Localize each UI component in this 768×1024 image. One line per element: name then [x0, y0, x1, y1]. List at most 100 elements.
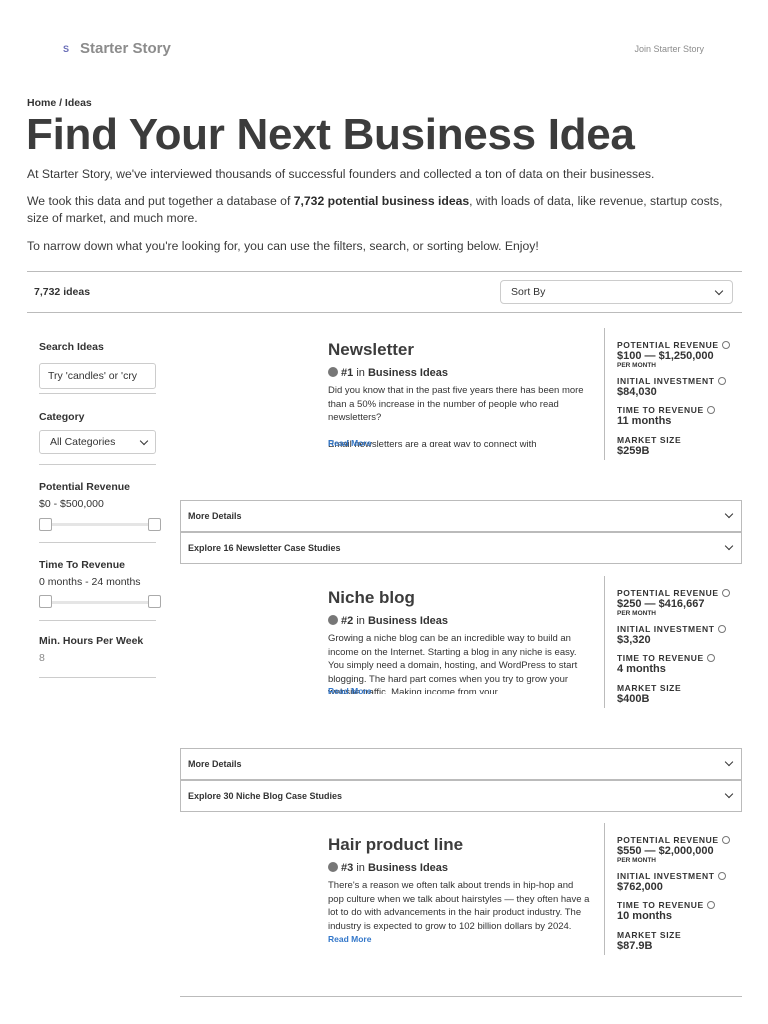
search-label: Search Ideas [39, 341, 104, 353]
divider [604, 576, 605, 708]
info-icon[interactable] [706, 901, 715, 909]
chevron-down-icon [714, 286, 724, 296]
market-stat-value: $400B [617, 693, 650, 705]
time-label: Time To Revenue [39, 559, 125, 571]
revenue-stat-value: $550 — $2,000,000 [617, 845, 714, 857]
info-icon[interactable] [721, 341, 730, 349]
revenue-min-handle[interactable] [39, 518, 52, 531]
info-icon[interactable] [706, 654, 715, 662]
revenue-max-handle[interactable] [148, 518, 161, 531]
investment-stat-value: $84,030 [617, 386, 657, 398]
medal-icon [328, 367, 338, 377]
info-icon[interactable] [721, 836, 730, 844]
market-stat-value: $259B [617, 445, 650, 457]
more-details-toggle[interactable]: More Details [180, 500, 742, 532]
page-title: Find Your Next Business Idea [26, 110, 635, 159]
divider [39, 677, 156, 678]
case-studies-toggle[interactable]: Explore 16 Newsletter Case Studies [180, 532, 742, 564]
sort-select[interactable]: Sort By [500, 280, 733, 304]
idea-title[interactable]: Niche blog [328, 588, 415, 608]
sort-select-label: Sort By [511, 286, 546, 298]
medal-icon [328, 862, 338, 872]
info-icon[interactable] [721, 589, 730, 597]
idea-rank: #2 in Business Ideas [328, 615, 448, 627]
category-select[interactable]: All Categories [39, 430, 156, 454]
read-more-link[interactable]: Read More [328, 934, 371, 944]
info-icon[interactable] [717, 872, 726, 880]
divider [39, 393, 156, 394]
idea-stats: POTENTIAL REVENUE $550 — $2,000,000 PER … [617, 835, 730, 952]
idea-rank: #1 in Business Ideas [328, 367, 448, 379]
medal-icon [328, 615, 338, 625]
idea-description: There's a reason we often talk about tre… [328, 880, 590, 932]
hours-label: Min. Hours Per Week [39, 635, 144, 647]
market-stat-label: MARKET SIZE [617, 683, 682, 693]
case-studies-label: Explore 30 Niche Blog Case Studies [188, 791, 343, 801]
idea-title[interactable]: Newsletter [328, 340, 414, 360]
divider [39, 464, 156, 465]
divider [604, 328, 605, 460]
join-link[interactable]: Join Starter Story [634, 44, 704, 54]
revenue-label: Potential Revenue [39, 481, 131, 493]
divider [39, 620, 156, 621]
revenue-stat-label: POTENTIAL REVENUE [617, 340, 730, 350]
idea-stats: POTENTIAL REVENUE $250 — $416,667 PER MO… [617, 588, 730, 705]
time-stat-value: 4 months [617, 663, 666, 675]
idea-title[interactable]: Hair product line [328, 835, 463, 855]
read-more-link[interactable]: Read More [328, 686, 371, 696]
investment-stat-label: INITIAL INVESTMENT [617, 871, 730, 881]
chevron-down-icon [724, 541, 734, 551]
chevron-down-icon [724, 509, 734, 519]
category-select-value: All Categories [50, 436, 116, 448]
time-stat-label: TIME TO REVENUE [617, 653, 730, 663]
hours-input[interactable]: 8 [39, 652, 156, 664]
investment-stat-value: $762,000 [617, 881, 663, 893]
revenue-range-value: $0 - $500,000 [39, 498, 104, 510]
revenue-stat-label: POTENTIAL REVENUE [617, 588, 730, 598]
time-slider-track[interactable] [39, 601, 156, 604]
divider [180, 996, 742, 997]
divider [39, 542, 156, 543]
top-nav: S Starter Story Join Starter Story [0, 0, 768, 95]
revenue-stat-label: POTENTIAL REVENUE [617, 835, 730, 845]
market-stat-value: $87.9B [617, 940, 653, 952]
time-min-handle[interactable] [39, 595, 52, 608]
hours-filter: Min. Hours Per Week 8 [39, 635, 156, 675]
info-icon[interactable] [706, 406, 715, 414]
market-stat-label: MARKET SIZE [617, 930, 682, 940]
case-studies-toggle[interactable]: Explore 30 Niche Blog Case Studies [180, 780, 742, 812]
info-icon[interactable] [717, 625, 726, 633]
investment-stat-label: INITIAL INVESTMENT [617, 624, 730, 634]
chevron-down-icon [724, 789, 734, 799]
time-max-handle[interactable] [148, 595, 161, 608]
search-filter: Search Ideas Try 'candles' or 'cry [39, 341, 156, 401]
investment-stat-label: INITIAL INVESTMENT [617, 376, 730, 386]
search-input[interactable]: Try 'candles' or 'cry [39, 363, 156, 389]
logo-icon[interactable]: S [63, 44, 69, 54]
idea-description: Growing a niche blog can be an incredibl… [328, 633, 578, 694]
info-icon[interactable] [717, 377, 726, 385]
more-details-label: More Details [188, 511, 242, 521]
investment-stat-value: $3,320 [617, 634, 651, 646]
revenue-stat-value: $100 — $1,250,000 [617, 350, 714, 362]
intro-paragraph-3: To narrow down what you're looking for, … [27, 239, 539, 253]
time-stat-value: 10 months [617, 910, 673, 922]
market-stat-label: MARKET SIZE [617, 435, 682, 445]
intro-paragraph-1: At Starter Story, we've interviewed thou… [27, 167, 655, 181]
per-month-label: PER MONTH [617, 362, 656, 369]
time-range-value: 0 months - 24 months [39, 576, 141, 588]
revenue-slider-track[interactable] [39, 523, 156, 526]
breadcrumb[interactable]: Home / Ideas [27, 97, 92, 109]
intro-paragraph-2: We took this data and put together a dat… [27, 194, 723, 225]
divider [604, 823, 605, 955]
more-details-label: More Details [188, 759, 242, 769]
time-stat-label: TIME TO REVENUE [617, 405, 730, 415]
revenue-filter: Potential Revenue $0 - $500,000 [39, 481, 161, 536]
results-count: 7,732 ideas [34, 286, 91, 298]
brand-link[interactable]: Starter Story [80, 40, 171, 57]
more-details-toggle[interactable]: More Details [180, 748, 742, 780]
read-more-link[interactable]: Read More [328, 438, 371, 448]
chevron-down-icon [724, 757, 734, 767]
idea-rank: #3 in Business Ideas [328, 862, 448, 874]
time-filter: Time To Revenue 0 months - 24 months [39, 559, 161, 614]
